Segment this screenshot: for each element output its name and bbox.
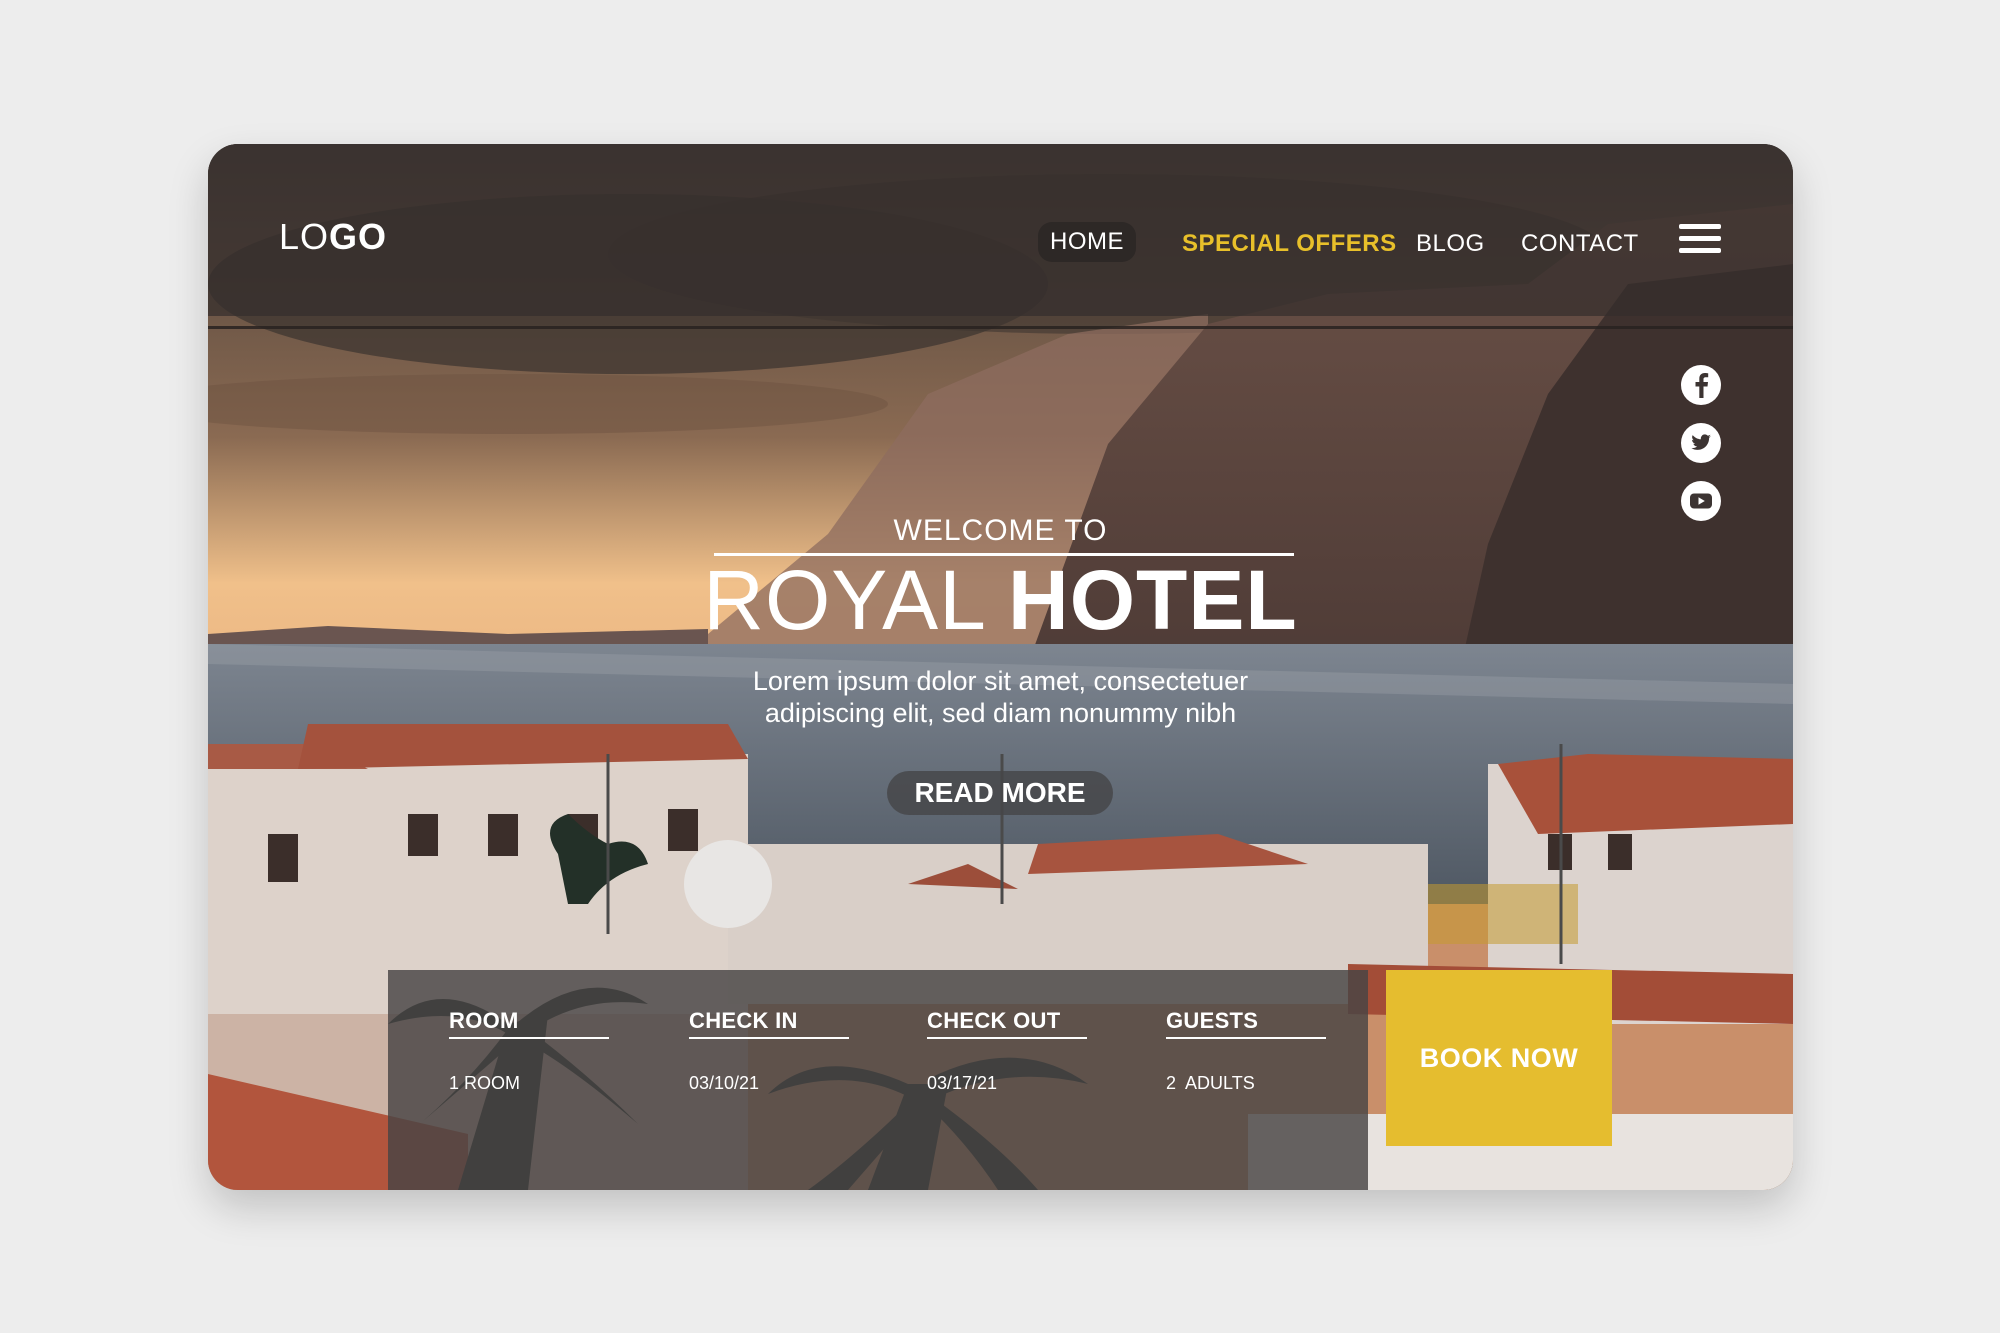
header-divider bbox=[208, 326, 1793, 329]
nav-contact[interactable]: CONTACT bbox=[1521, 230, 1639, 258]
nav-home[interactable]: HOME bbox=[1038, 222, 1136, 262]
logo-text-light: LO bbox=[279, 216, 330, 257]
room-value: 1 ROOM bbox=[449, 1073, 521, 1093]
logo-text-bold: GO bbox=[329, 216, 388, 257]
check-in-field[interactable]: CHECK IN 03/10/21 bbox=[689, 1008, 849, 1094]
check-in-label: CHECK IN bbox=[689, 1008, 849, 1039]
hero-lead-line-1: Lorem ipsum dolor sit amet, consectetuer bbox=[752, 666, 1249, 696]
hero-title-bold: HOTEL bbox=[1008, 553, 1298, 647]
guests-label: GUESTS bbox=[1166, 1008, 1326, 1039]
book-now-button[interactable]: BOOK NOW bbox=[1386, 970, 1612, 1146]
twitter-icon[interactable] bbox=[1680, 422, 1722, 464]
room-field[interactable]: ROOM 1 ROOM bbox=[449, 1008, 609, 1094]
room-label: ROOM bbox=[449, 1008, 609, 1039]
guests-field[interactable]: GUESTS 2 ADULTS bbox=[1166, 1008, 1326, 1094]
check-out-value: 03/17/21 bbox=[927, 1073, 998, 1093]
hero-lead: Lorem ipsum dolor sit amet, consectetuer… bbox=[208, 665, 1793, 729]
hamburger-menu-icon[interactable] bbox=[1679, 224, 1721, 256]
welcome-heading: WELCOME TO bbox=[893, 514, 1108, 547]
nav-special-offers[interactable]: SPECIAL OFFERS bbox=[1182, 230, 1397, 258]
hero-title-light: ROYAL bbox=[703, 553, 1009, 647]
nav-blog[interactable]: BLOG bbox=[1416, 230, 1485, 258]
guests-value: 2 ADULTS bbox=[1166, 1073, 1255, 1093]
read-more-button[interactable]: READ MORE bbox=[887, 771, 1113, 815]
check-out-field[interactable]: CHECK OUT 03/17/21 bbox=[927, 1008, 1087, 1094]
logo[interactable]: LOGO bbox=[279, 216, 387, 258]
landing-page-card: LOGO HOME SPECIAL OFFERS BLOG CONTACT WE… bbox=[208, 144, 1793, 1190]
facebook-icon[interactable] bbox=[1680, 364, 1722, 406]
hero-title: ROYAL HOTEL bbox=[208, 552, 1793, 649]
check-out-label: CHECK OUT bbox=[927, 1008, 1087, 1039]
check-in-value: 03/10/21 bbox=[689, 1073, 760, 1093]
hero-lead-line-2: adipiscing elit, sed diam nonummy nibh bbox=[764, 698, 1237, 728]
